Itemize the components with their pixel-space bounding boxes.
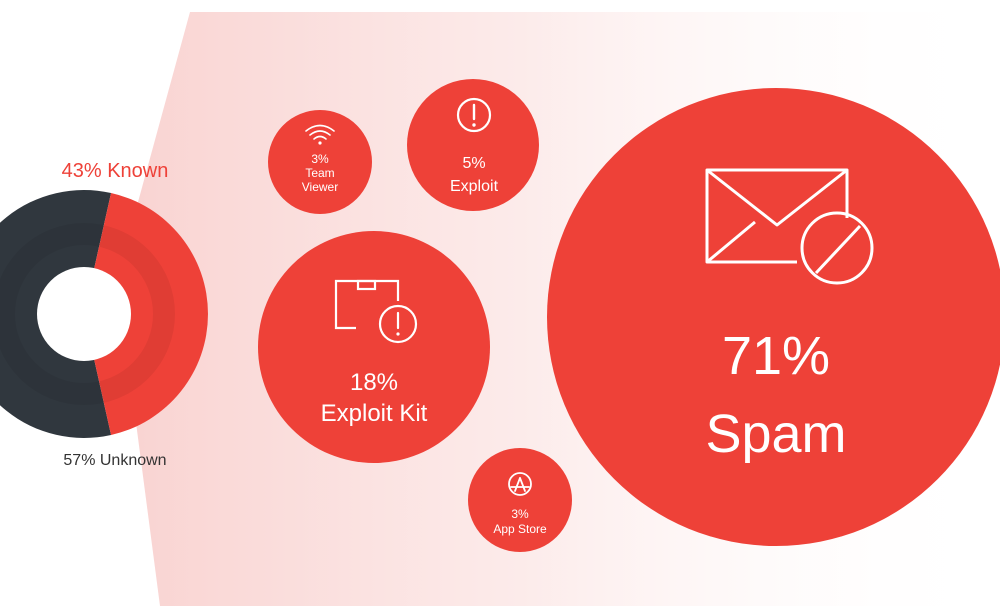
bubble-app-store-circle [468, 448, 572, 552]
bubble-app-store-label: App Store [493, 522, 547, 536]
bubble-exploit-label: Exploit [450, 178, 499, 195]
bubble-app-store-percent: 3% [511, 507, 529, 521]
known-label: 43% Known [62, 160, 169, 182]
bubble-team-viewer-label-2: Viewer [302, 180, 338, 194]
bubble-spam: 71% Spam [547, 88, 1000, 546]
infographic-canvas: 43% Known 57% Unknown 3% Team Viewer 5% … [0, 12, 1000, 606]
bubble-exploit-kit-percent: 18% [350, 369, 398, 396]
bubble-spam-label: Spam [705, 404, 846, 464]
bubble-app-store: 3% App Store [468, 448, 572, 552]
unknown-label: 57% Unknown [63, 452, 166, 469]
bubble-team-viewer-label-1: Team [305, 166, 334, 180]
bubble-exploit-kit-circle [258, 231, 490, 463]
bubble-exploit-percent: 5% [462, 155, 485, 172]
donut-hole [37, 267, 131, 361]
bubble-exploit-kit: 18% Exploit Kit [258, 231, 490, 463]
bubble-team-viewer-percent: 3% [311, 152, 329, 166]
bubble-spam-circle [547, 88, 1000, 546]
bubble-exploit-kit-label: Exploit Kit [321, 400, 428, 427]
bubble-spam-percent: 71% [722, 326, 830, 386]
bubble-exploit: 5% Exploit [407, 79, 539, 211]
bubble-team-viewer: 3% Team Viewer [268, 110, 372, 214]
